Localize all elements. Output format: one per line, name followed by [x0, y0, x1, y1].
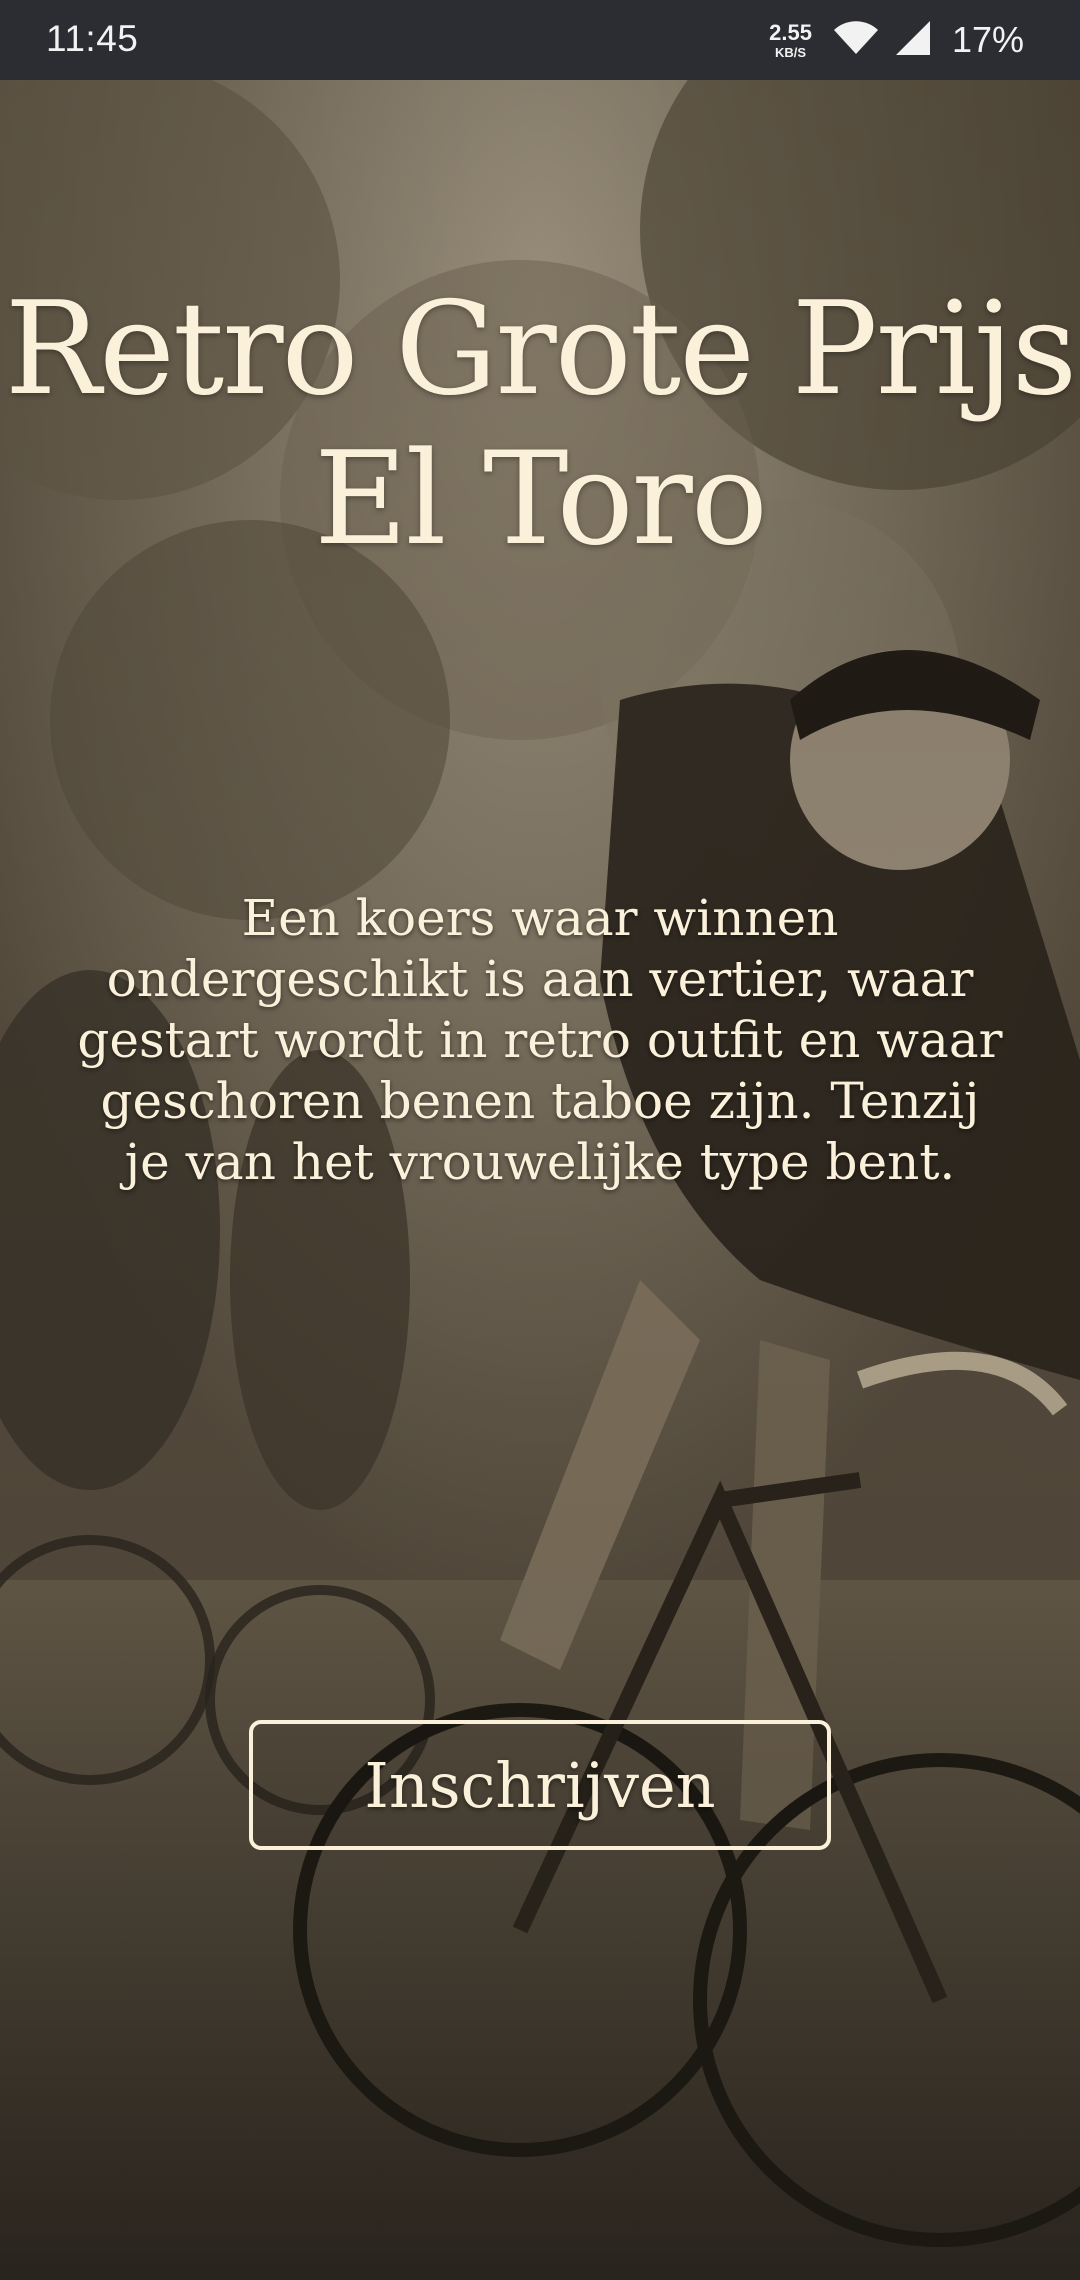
status-time: 11:45 [46, 18, 139, 59]
network-speed-value: 2.55 [769, 19, 812, 45]
wifi-icon [832, 20, 880, 61]
status-icons: 2.55 KB/S 17% [769, 14, 1024, 66]
hero-section: Retro Grote Prijs El Toro Een koers waar… [0, 80, 1080, 2280]
battery-percentage: 17% [951, 19, 1024, 60]
network-speed-unit: KB/S [774, 44, 807, 60]
intro-text: Een koers waar winnen ondergeschikt is a… [77, 889, 1003, 1191]
status-bar: 11:45 2.55 KB/S 17% [0, 0, 1080, 80]
signal-icon [894, 19, 932, 62]
page-title-line-1: Retro Grote Prijs [4, 275, 1078, 424]
page-title-line-2: El Toro [314, 425, 768, 574]
app-screen: 11:45 2.55 KB/S 17% Retro Grote Prijs El… [0, 0, 1080, 2280]
register-button[interactable]: Inschrijven [249, 1720, 831, 1850]
page-title: Retro Grote Prijs El Toro [0, 275, 1080, 575]
network-speed: 2.55 KB/S [769, 19, 812, 60]
